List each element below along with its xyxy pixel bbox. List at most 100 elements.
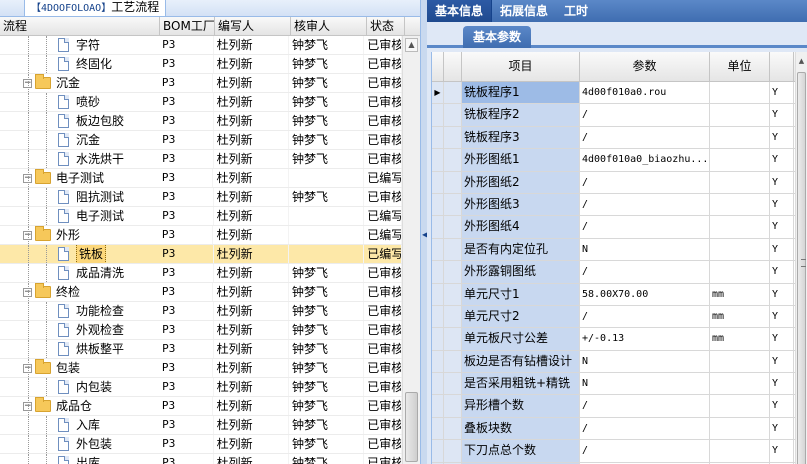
row-indicator[interactable] (432, 193, 444, 216)
param-value-cell[interactable]: 4d00f010a0.rou (580, 82, 710, 104)
tree-node[interactable]: 阻抗测试 (0, 188, 159, 206)
param-value-cell[interactable]: N (580, 373, 710, 395)
tree-node[interactable]: 入库 (0, 416, 159, 434)
row-header[interactable] (444, 261, 462, 283)
tree-row[interactable]: 出库 P3 杜列新 钟梦飞 已审核 (0, 454, 402, 464)
param-row[interactable]: 铣板程序2/ Y (432, 104, 795, 127)
col-header-param[interactable]: 参数 (580, 52, 710, 81)
param-row[interactable]: 下刀点总个数 / Y (432, 440, 795, 463)
tree-row[interactable]: 入库 P3 杜列新 钟梦飞 已审核 (0, 416, 402, 435)
tab-work-hours[interactable]: 工时 (556, 0, 596, 22)
tree-node[interactable]: 水洗烘干 (0, 150, 159, 168)
row-indicator[interactable] (432, 171, 444, 193)
tree-row[interactable]: 喷砂 P3 杜列新 钟梦飞 已审核 (0, 93, 402, 112)
row-indicator[interactable] (432, 350, 444, 373)
row-header[interactable] (444, 149, 462, 171)
tree-node[interactable]: 烘板整平 (0, 340, 159, 358)
param-row[interactable]: 是否采用粗铣+精铣 N Y (432, 373, 795, 396)
tree-node[interactable]: − 终检 (0, 283, 159, 301)
row-header[interactable] (444, 283, 462, 305)
param-row[interactable]: 外形图纸3/ Y (432, 193, 795, 217)
tree-node[interactable]: 板边包胶 (0, 112, 159, 130)
param-row[interactable]: 铣板程序3/ Y (432, 126, 795, 150)
col-header-author[interactable]: 编写人 (215, 17, 291, 35)
tree-node[interactable]: 成品清洗 (0, 264, 159, 282)
tree-row[interactable]: 外包装 P3 杜列新 钟梦飞 已审核 (0, 435, 402, 454)
tree-node[interactable]: 内包装 (0, 378, 159, 396)
tree-row[interactable]: 水洗烘干 P3 杜列新 钟梦飞 已审核 (0, 150, 402, 169)
row-header[interactable] (444, 216, 462, 238)
param-value-cell[interactable]: / (580, 216, 710, 238)
tree-node[interactable]: 沉金 (0, 131, 159, 149)
param-value-cell[interactable]: / (580, 440, 710, 462)
row-indicator[interactable] (432, 440, 444, 462)
row-header[interactable] (444, 350, 462, 373)
col-header-item[interactable]: 项目 (462, 52, 580, 81)
tree-node[interactable]: − 外形 (0, 226, 159, 244)
tree-node[interactable]: 电子测试 (0, 207, 159, 225)
row-header[interactable] (444, 126, 462, 149)
tree-node[interactable]: 铣板 (0, 245, 159, 263)
tree-row[interactable]: − 终检 P3 杜列新 钟梦飞 已审核 (0, 283, 402, 302)
row-header[interactable] (444, 238, 462, 261)
param-row[interactable]: 叠板块数 / Y (432, 417, 795, 441)
tree-scrollbar[interactable]: ▲ (402, 36, 420, 464)
grid-scrollbar[interactable]: ▲ (795, 52, 807, 464)
row-header[interactable] (444, 193, 462, 216)
param-value-cell[interactable]: / (580, 126, 710, 149)
tree-row[interactable]: 终固化 P3 杜列新 钟梦飞 已审核 (0, 55, 402, 74)
col-header-status[interactable]: 状态 (367, 17, 405, 35)
tab-basic-info[interactable]: 基本信息 (427, 0, 493, 22)
tree-node[interactable]: − 成品仓 (0, 397, 159, 415)
row-header[interactable] (444, 417, 462, 440)
row-indicator[interactable] (432, 305, 444, 328)
tree-row[interactable]: 内包装 P3 杜列新 钟梦飞 已审核 (0, 378, 402, 397)
param-value-cell[interactable]: 4d00f010a0_biaozhu... (580, 149, 710, 171)
param-row[interactable]: 外形露铜图纸 / Y (432, 261, 795, 284)
grid-scroll-thumb[interactable] (797, 72, 806, 464)
tree-node[interactable]: 出库 (0, 454, 159, 464)
param-row[interactable]: 单元尺寸2/mm Y (432, 305, 795, 329)
row-indicator[interactable] (432, 417, 444, 440)
row-header[interactable] (444, 305, 462, 328)
row-indicator[interactable] (432, 373, 444, 395)
tree-node[interactable]: 外包装 (0, 435, 159, 453)
tree-node[interactable]: − 电子测试 (0, 169, 159, 187)
tree-node[interactable]: − 包装 (0, 359, 159, 377)
grid-scroll-up-icon[interactable]: ▲ (797, 54, 806, 68)
col-header-reviewer[interactable]: 核审人 (291, 17, 367, 35)
param-value-cell[interactable]: / (580, 193, 710, 216)
param-row[interactable]: 单元尺寸1 58.00X70.00 mm Y (432, 283, 795, 306)
scroll-up-icon[interactable]: ▲ (405, 38, 418, 52)
tree-node[interactable]: 喷砂 (0, 93, 159, 111)
col-header-flow[interactable]: 流程 (0, 17, 160, 35)
param-value-cell[interactable]: / (580, 171, 710, 193)
tree-row[interactable]: − 成品仓 P3 杜列新 钟梦飞 已审核 (0, 397, 402, 416)
row-header[interactable] (444, 104, 462, 126)
param-row[interactable]: 外形图纸2/ Y (432, 171, 795, 194)
param-value-cell[interactable]: 58.00X70.00 (580, 283, 710, 305)
row-indicator[interactable] (432, 104, 444, 126)
row-header[interactable] (444, 82, 462, 104)
param-value-cell[interactable]: / (580, 261, 710, 283)
tree-node[interactable]: 功能检查 (0, 302, 159, 320)
param-value-cell[interactable]: +/-0.13 (580, 328, 710, 350)
tree-scroll-thumb[interactable] (405, 392, 418, 462)
tree-row[interactable]: − 外形 P3 杜列新 已编写 (0, 226, 402, 245)
param-row[interactable]: 异形槽个数 / Y (432, 395, 795, 418)
param-value-cell[interactable]: / (580, 104, 710, 126)
tree-row[interactable]: 字符 P3 杜列新 钟梦飞 已审核 (0, 36, 402, 55)
tab-extended-info[interactable]: 拓展信息 (492, 0, 556, 22)
param-value-cell[interactable]: / (580, 305, 710, 328)
row-header[interactable] (444, 440, 462, 462)
tab-basic-params[interactable]: 基本参数 (463, 26, 532, 48)
tree-row[interactable]: 外观检查 P3 杜列新 钟梦飞 已审核 (0, 321, 402, 340)
param-value-cell[interactable]: N (580, 350, 710, 373)
param-value-cell[interactable]: N (580, 238, 710, 261)
tree-row[interactable]: − 电子测试 P3 杜列新 已编写 (0, 169, 402, 188)
col-header-flag[interactable] (770, 52, 794, 81)
row-header[interactable] (444, 373, 462, 395)
tree-node[interactable]: 外观检查 (0, 321, 159, 339)
tree-node[interactable]: − 沉金 (0, 74, 159, 92)
param-value-cell[interactable]: / (580, 417, 710, 440)
